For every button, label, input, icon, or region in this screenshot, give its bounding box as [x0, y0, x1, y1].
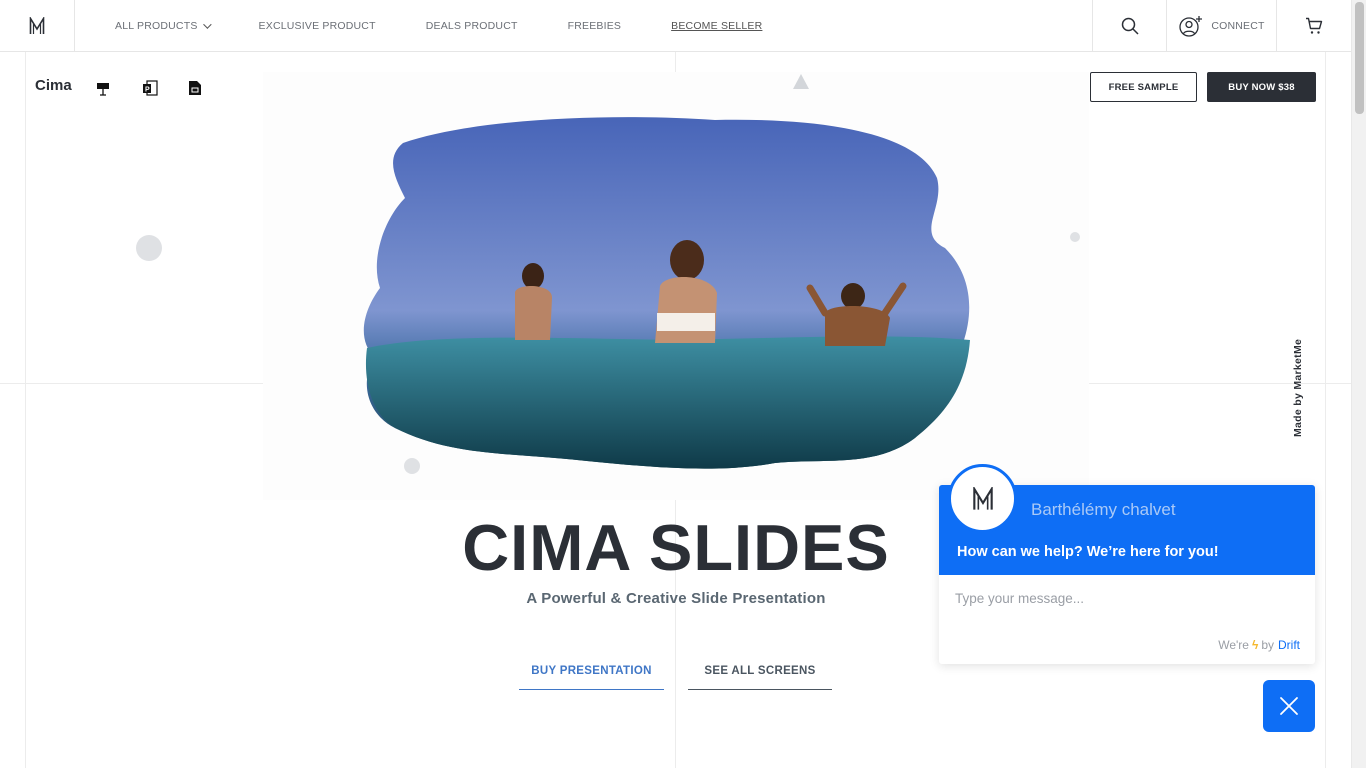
free-sample-button[interactable]: FREE SAMPLE	[1090, 72, 1197, 102]
chat-agent-name: Barthélémy chalvet	[1031, 500, 1176, 519]
search-button[interactable]	[1092, 0, 1167, 51]
chat-widget: Barthélémy chalvet How can we help? We’r…	[939, 464, 1315, 664]
avatar	[948, 464, 1017, 533]
chat-close-button[interactable]	[1263, 680, 1315, 732]
nav-links: ALL PRODUCTS EXCLUSIVE PRODUCT DEALS PRO…	[115, 0, 812, 51]
connect-button[interactable]: CONNECT	[1166, 0, 1277, 51]
powerpoint-icon: P	[143, 80, 158, 96]
hero-image-women-surfing	[363, 117, 970, 469]
close-icon	[1280, 697, 1298, 715]
decorative-triangle	[793, 74, 809, 89]
user-add-icon	[1179, 15, 1203, 37]
buy-now-button[interactable]: BUY NOW $38	[1207, 72, 1316, 102]
cart-icon	[1306, 17, 1323, 34]
see-all-screens-link[interactable]: SEE ALL SCREENS	[688, 652, 832, 690]
grid-line	[1325, 52, 1326, 768]
top-navigation: ALL PRODUCTS EXCLUSIVE PRODUCT DEALS PRO…	[0, 0, 1351, 52]
product-title: Cima	[35, 77, 72, 94]
nav-all-products-label: ALL PRODUCTS	[115, 19, 198, 32]
cart-button[interactable]	[1276, 0, 1351, 51]
made-by-label: Made by MarketMe	[1292, 338, 1304, 437]
chat-footer-prefix: We're	[1218, 638, 1249, 652]
svg-text:P: P	[145, 87, 150, 94]
chat-greeting: How can we help? We’re here for you!	[957, 544, 1219, 560]
nav-exclusive-product[interactable]: EXCLUSIVE PRODUCT	[259, 20, 376, 32]
keynote-icon	[97, 83, 109, 96]
chat-footer: We're ϟ by Drift	[1218, 638, 1300, 652]
search-icon	[1121, 17, 1139, 35]
connect-label: CONNECT	[1211, 19, 1265, 32]
buy-presentation-link[interactable]: BUY PRESENTATION	[519, 652, 664, 690]
google-slides-icon	[189, 81, 201, 95]
chat-message-input[interactable]	[955, 591, 1295, 606]
chat-footer-by: by	[1261, 638, 1274, 652]
hero-title: CIMA SLIDES	[462, 511, 890, 584]
site-logo[interactable]	[0, 0, 75, 51]
nav-become-seller[interactable]: BECOME SELLER	[671, 20, 762, 32]
chat-header: Barthélémy chalvet How can we help? We’r…	[939, 464, 1315, 575]
lightning-icon: ϟ	[1251, 638, 1259, 652]
nav-all-products[interactable]: ALL PRODUCTS	[115, 19, 212, 32]
drift-link[interactable]: Drift	[1278, 638, 1300, 652]
scrollbar-thumb[interactable]	[1355, 2, 1364, 114]
nav-deals-product[interactable]: DEALS PRODUCT	[426, 20, 518, 32]
grid-line	[25, 52, 26, 768]
page-scrollbar[interactable]	[1351, 0, 1366, 768]
marketme-logo-icon	[972, 486, 993, 510]
hero-subtitle: A Powerful & Creative Slide Presentation	[526, 590, 826, 607]
chevron-down-icon	[202, 19, 212, 29]
decorative-circle	[1070, 232, 1080, 242]
nav-freebies[interactable]: FREEBIES	[568, 20, 622, 32]
marketme-logo-icon	[29, 16, 45, 34]
decorative-circle	[136, 235, 162, 261]
